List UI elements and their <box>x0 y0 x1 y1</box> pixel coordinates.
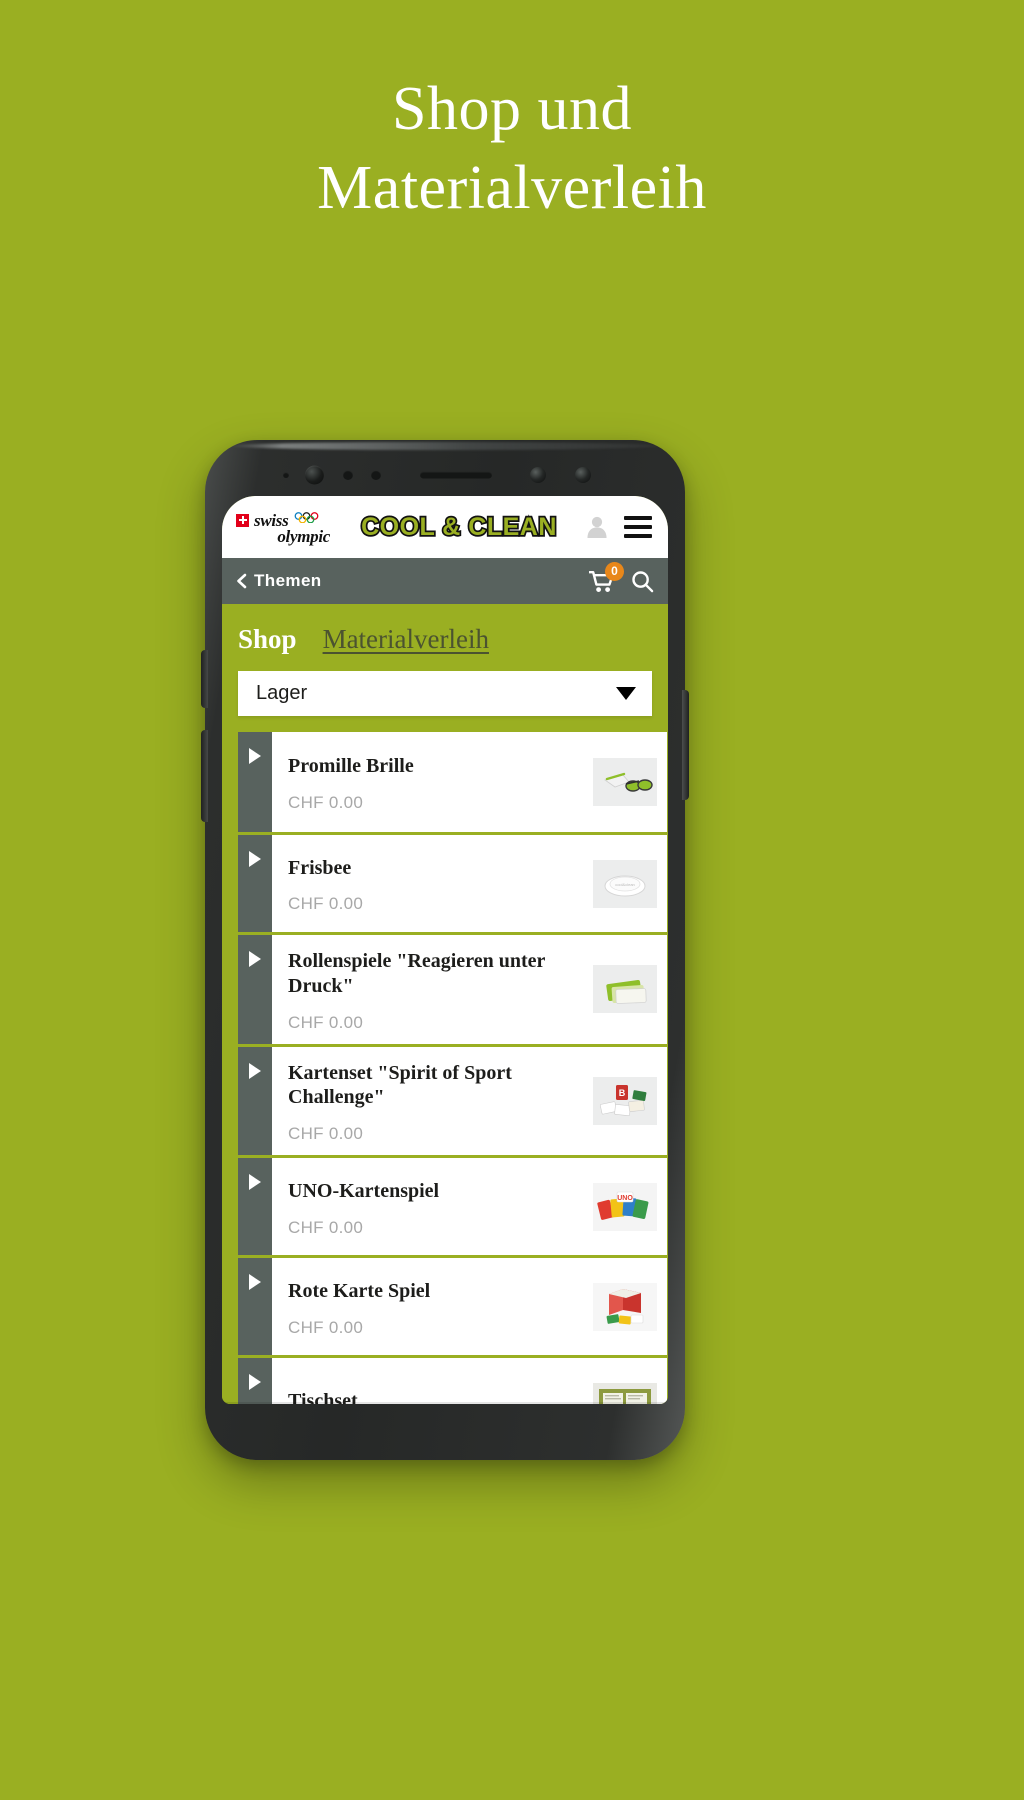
row-body: Frisbee CHF 0.00 <box>272 835 593 932</box>
row-body: Tischset <box>272 1358 593 1404</box>
play-triangle-icon <box>249 1274 261 1291</box>
svg-text:cool&clean: cool&clean <box>615 882 635 887</box>
cart-button[interactable]: 0 <box>589 561 624 593</box>
shop-tabs: Shop Materialverleih <box>222 604 668 671</box>
olympic-rings-icon <box>295 511 319 523</box>
table-row[interactable]: Promille Brille CHF 0.00 <box>238 732 667 832</box>
swiss-olympic-swiss-text: swiss <box>254 510 289 530</box>
row-body: Promille Brille CHF 0.00 <box>272 732 593 832</box>
table-row[interactable]: Rollenspiele "Reagieren unter Druck" CHF… <box>238 932 667 1044</box>
lens-secondary-icon <box>575 467 591 483</box>
row-expand-handle[interactable] <box>238 835 272 932</box>
lager-select-value: Lager <box>256 682 308 704</box>
cardset-thumb: B <box>593 1076 657 1125</box>
phone-volume-up-button <box>201 650 208 708</box>
play-triangle-icon <box>249 951 261 967</box>
play-triangle-icon <box>249 851 261 867</box>
phone-screen: swiss olympic COOL & CLEAN Themen 0 Shop… <box>222 496 668 1404</box>
product-price: CHF 0.00 <box>288 1317 364 1337</box>
camera-icon <box>305 465 324 485</box>
cart-count-badge: 0 <box>605 561 624 581</box>
user-icon[interactable] <box>586 515 608 539</box>
row-body: Kartenset "Spirit of Sport Challenge" CH… <box>272 1047 593 1156</box>
phone-chin <box>222 1404 668 1448</box>
search-icon[interactable] <box>631 570 654 593</box>
product-price: CHF 0.00 <box>288 894 364 914</box>
goggles-thumb <box>593 758 657 806</box>
product-thumbnail <box>593 758 657 806</box>
tab-shop[interactable]: Shop <box>238 624 297 655</box>
table-row[interactable]: UNO-Kartenspiel CHF 0.00 UNO <box>238 1155 667 1256</box>
row-body: UNO-Kartenspiel CHF 0.00 <box>272 1158 593 1255</box>
product-thumbnail <box>593 965 657 1014</box>
app-header: swiss olympic COOL & CLEAN <box>222 496 668 558</box>
table-row[interactable]: Frisbee CHF 0.00 cool&clean <box>238 832 667 932</box>
product-title: Rollenspiele "Reagieren unter Druck" <box>288 950 546 997</box>
row-expand-handle[interactable] <box>238 1046 272 1156</box>
product-price: CHF 0.00 <box>288 1124 364 1144</box>
product-thumbnail <box>593 1282 657 1331</box>
redcard-thumb <box>593 1282 657 1331</box>
page-title: Shop und Materialverleih <box>0 70 1024 229</box>
row-expand-handle[interactable] <box>238 1158 272 1256</box>
table-row[interactable]: Kartenset "Spirit of Sport Challenge" CH… <box>238 1043 667 1156</box>
product-list: Promille Brille CHF 0.00 Frisbee CHF 0.0… <box>222 732 668 1404</box>
swiss-cross-icon <box>236 513 249 527</box>
filter-select-wrapper: Lager <box>222 671 668 732</box>
row-body: Rote Karte Spiel CHF 0.00 <box>272 1258 593 1355</box>
secondary-navbar: Themen 0 <box>222 558 668 604</box>
product-title: Rote Karte Spiel <box>288 1279 431 1302</box>
product-price: CHF 0.00 <box>288 1217 364 1237</box>
hamburger-menu-icon[interactable] <box>624 516 652 538</box>
cool-and-clean-logo[interactable]: COOL & CLEAN <box>340 511 578 542</box>
swiss-olympic-logo[interactable]: swiss olympic <box>236 510 332 545</box>
navbar-title[interactable]: Themen <box>254 571 322 591</box>
row-expand-handle[interactable] <box>238 1358 272 1404</box>
play-triangle-icon <box>249 1062 261 1079</box>
table-row[interactable]: Rote Karte Spiel CHF 0.00 <box>238 1255 667 1356</box>
product-title: UNO-Kartenspiel <box>288 1179 440 1202</box>
product-price: CHF 0.00 <box>288 792 364 812</box>
product-thumbnail: cool&clean <box>593 859 657 908</box>
phone-power-button <box>682 690 689 800</box>
app-header-icons <box>586 515 656 539</box>
swiss-olympic-olympic-text: olympic <box>277 526 330 546</box>
svg-text:B: B <box>619 1088 626 1098</box>
row-body: Rollenspiele "Reagieren unter Druck" CHF… <box>272 935 593 1044</box>
frisbee-thumb: cool&clean <box>593 859 657 908</box>
light-sensor-icon <box>283 472 289 478</box>
proximity-sensor-icon <box>343 470 353 480</box>
phone-mockup: swiss olympic COOL & CLEAN Themen 0 Shop… <box>201 440 689 1460</box>
product-thumbnail: B <box>593 1076 657 1125</box>
lens-icon <box>530 467 546 483</box>
row-expand-handle[interactable] <box>238 732 272 832</box>
row-expand-handle[interactable] <box>238 1258 272 1356</box>
phone-sensor-row <box>205 462 685 488</box>
product-thumbnail: UNO <box>593 1182 657 1231</box>
row-expand-handle[interactable] <box>238 935 272 1044</box>
ir-sensor-icon <box>371 470 381 480</box>
play-triangle-icon <box>249 748 261 764</box>
product-title: Promille Brille <box>288 755 414 778</box>
product-price: CHF 0.00 <box>288 1012 364 1032</box>
tischset-thumb <box>593 1382 657 1404</box>
cards-green-thumb <box>593 965 657 1014</box>
product-thumbnail <box>593 1382 657 1404</box>
uno-thumb: UNO <box>593 1182 657 1231</box>
lager-select[interactable]: Lager <box>238 671 652 716</box>
product-title: Frisbee <box>288 856 352 879</box>
svg-text:UNO: UNO <box>617 1195 633 1202</box>
chevron-left-icon[interactable] <box>234 573 250 589</box>
speaker-icon <box>420 471 492 479</box>
page-title-line-2: Materialverleih <box>317 154 707 223</box>
tab-materialverleih[interactable]: Materialverleih <box>323 624 489 655</box>
play-triangle-icon <box>249 1374 261 1391</box>
chevron-down-icon <box>616 687 636 700</box>
phone-volume-down-button <box>201 730 208 822</box>
page-title-line-1: Shop und <box>392 75 632 143</box>
play-triangle-icon <box>249 1174 261 1191</box>
table-row[interactable]: Tischset <box>238 1355 667 1404</box>
product-title: Kartenset "Spirit of Sport Challenge" <box>288 1061 512 1109</box>
